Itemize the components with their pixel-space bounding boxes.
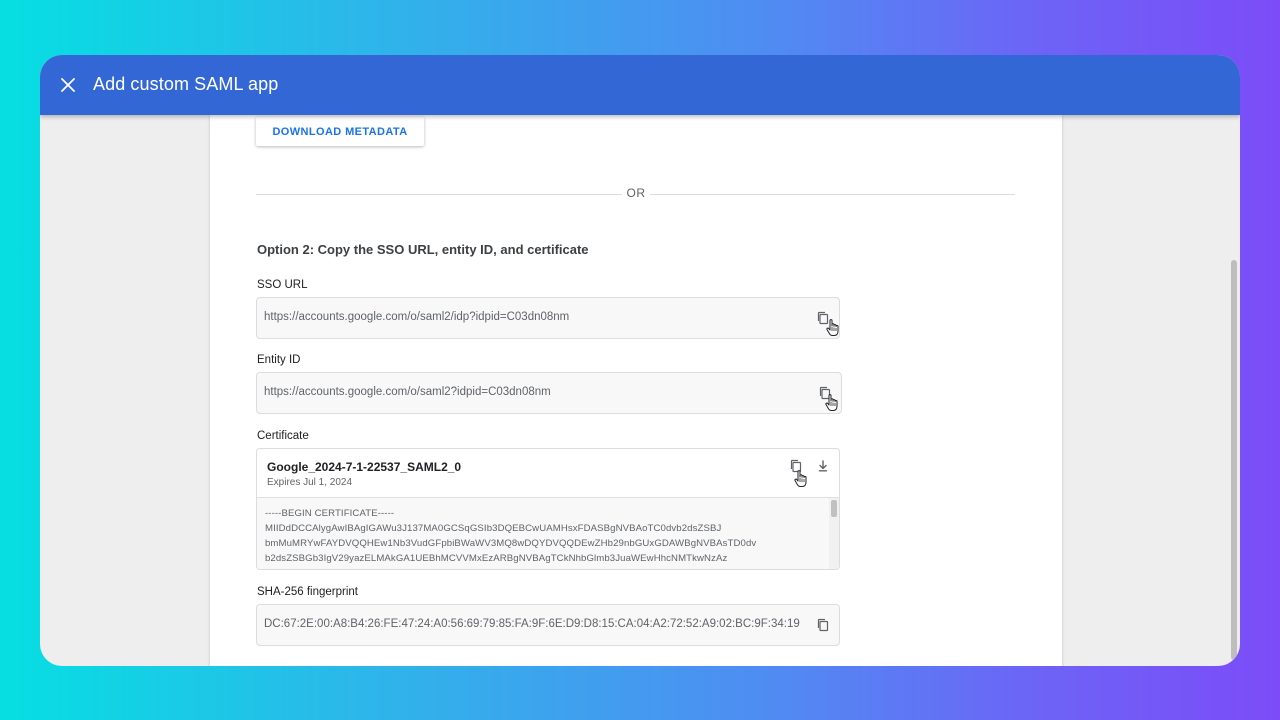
- page-scrollbar[interactable]: [1228, 115, 1240, 666]
- close-button[interactable]: [56, 73, 80, 97]
- entity-id-field: https://accounts.google.com/o/saml2?idpi…: [256, 372, 842, 414]
- certificate-line: MIIDdDCCAlygAwIBAgIGAWu3J137MA0GCSqGSIb3…: [265, 523, 722, 534]
- sso-url-field: https://accounts.google.com/o/saml2/idp?…: [256, 297, 840, 339]
- download-icon[interactable]: [816, 459, 830, 473]
- entity-id-label: Entity ID: [257, 354, 301, 366]
- fingerprint-value: DC:67:2E:00:A8:B4:26:FE:47:24:A0:56:69:7…: [264, 618, 800, 630]
- fingerprint-label: SHA-256 fingerprint: [257, 586, 358, 598]
- copy-icon[interactable]: [818, 386, 832, 400]
- sso-url-label: SSO URL: [257, 279, 308, 291]
- fingerprint-field: DC:67:2E:00:A8:B4:26:FE:47:24:A0:56:69:7…: [256, 604, 840, 646]
- certificate-expiry: Expires Jul 1, 2024: [267, 477, 353, 488]
- dialog-window: Add custom SAML app DOWNLOAD METADATA OR…: [40, 55, 1240, 666]
- app-bar: Add custom SAML app: [40, 55, 1240, 115]
- certificate-box: Google_2024-7-1-22537_SAML2_0 Expires Ju…: [256, 448, 840, 570]
- or-divider-right: [650, 194, 1015, 195]
- or-divider-text: OR: [626, 186, 646, 200]
- close-icon: [61, 78, 75, 92]
- certificate-scrollbar-thumb[interactable]: [831, 500, 837, 517]
- page-scrollbar-thumb[interactable]: [1231, 260, 1237, 660]
- certificate-line: -----BEGIN CERTIFICATE-----: [265, 508, 395, 519]
- copy-icon[interactable]: [816, 311, 830, 325]
- copy-icon[interactable]: [816, 618, 830, 632]
- content-card: DOWNLOAD METADATA OR Option 2: Copy the …: [210, 115, 1062, 666]
- certificate-text-area[interactable]: -----BEGIN CERTIFICATE----- MIIDdDCCAlyg…: [257, 498, 829, 569]
- certificate-line: b2dsZSBGb3IgV29yazELMAkGA1UEBhMCVVMxEzAR…: [265, 553, 728, 564]
- certificate-line: bmMuMRYwFAYDVQQHEw1Nb3VudGFpbiBWaWV3MQ8w…: [265, 538, 757, 549]
- download-metadata-button[interactable]: DOWNLOAD METADATA: [256, 117, 424, 146]
- option2-title: Option 2: Copy the SSO URL, entity ID, a…: [257, 242, 589, 257]
- certificate-label: Certificate: [257, 430, 309, 442]
- entity-id-value: https://accounts.google.com/o/saml2?idpi…: [264, 386, 551, 398]
- certificate-name: Google_2024-7-1-22537_SAML2_0: [267, 460, 462, 474]
- or-divider-left: [256, 194, 622, 195]
- dialog-title: Add custom SAML app: [93, 74, 279, 94]
- sso-url-value: https://accounts.google.com/o/saml2/idp?…: [264, 311, 570, 323]
- copy-icon[interactable]: [789, 459, 803, 473]
